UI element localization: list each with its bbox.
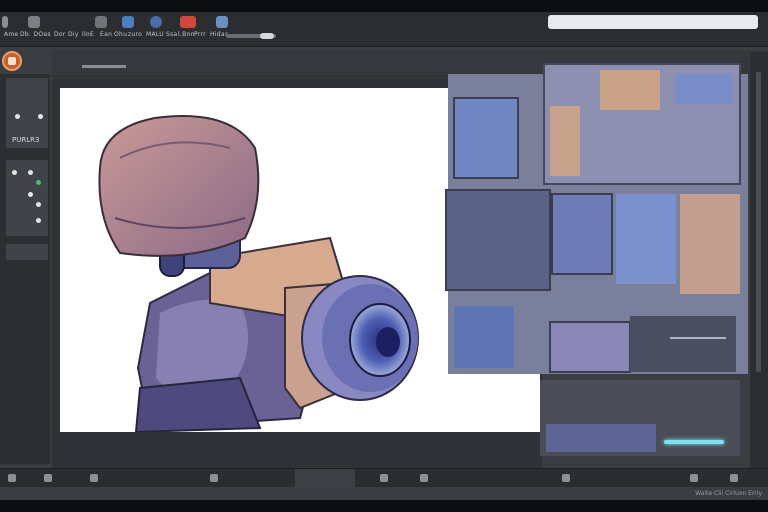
tool-dot[interactable] [38,114,43,119]
menu-item[interactable]: Ean [100,31,112,38]
layer-icon[interactable] [210,474,218,482]
scrollbar-thumb[interactable] [756,72,761,372]
globe-icon[interactable] [122,16,134,28]
brush-dot[interactable] [12,170,17,175]
panel-label: PURLR3 [12,136,40,144]
menu-item[interactable]: Dor [54,31,66,38]
pan-icon[interactable] [44,474,52,482]
opacity-icon[interactable] [420,474,428,482]
brush-icon[interactable] [2,16,8,28]
brush-dot[interactable] [36,202,41,207]
image-icon[interactable] [95,16,107,28]
menu-item[interactable]: Db. DOas [20,31,51,38]
left-tool-panel: PURLR3 [0,74,50,464]
menu-item[interactable]: Ame [4,31,19,38]
app-logo-icon[interactable] [2,51,22,71]
camera-icon[interactable] [150,16,162,28]
progress-fill [664,440,724,444]
search-input[interactable] [548,15,758,29]
zoom-slider[interactable] [226,33,276,39]
brush-dot[interactable] [28,170,33,175]
menu-item[interactable]: Diy [68,31,79,38]
brush-dot[interactable] [36,218,41,223]
tileset-panel[interactable] [440,54,750,464]
menu-item[interactable]: MALU [146,31,164,38]
menu-item[interactable]: l.Bnn [178,31,195,38]
history-icon[interactable] [562,474,570,482]
menu-item[interactable]: Prrr [194,31,206,38]
brush-size-icon[interactable] [380,474,388,482]
footer-text: Waite Clii Cirluxn Erriy [695,490,762,497]
record-icon[interactable] [180,16,196,28]
active-indicator[interactable] [36,180,41,185]
settings-icon[interactable] [216,16,228,28]
app-window: Ame Db. DOas Dor Diy IloE Ean Ohu zuro M… [0,12,768,500]
right-scroll-strip[interactable] [750,52,768,472]
status-active-tab[interactable] [295,469,355,487]
menu-item[interactable]: zuro [128,31,142,38]
menu-item[interactable]: Ohu [114,31,127,38]
brush-dot[interactable] [28,192,33,197]
zoom-icon[interactable] [90,474,98,482]
info-icon[interactable] [690,474,698,482]
layers-icon[interactable] [28,16,40,28]
grid-icon[interactable] [8,474,16,482]
settings-icon[interactable] [730,474,738,482]
menu-item[interactable]: IloE [82,31,94,38]
color-swatches[interactable] [6,244,48,260]
toolbar-divider [82,65,126,68]
status-bar [0,468,768,487]
tool-dot[interactable] [15,114,20,119]
menu-bar: Ame Db. DOas Dor Diy IloE Ean Ohu zuro M… [0,12,768,47]
render-progress [664,440,724,444]
menu-item[interactable]: Ssa [166,31,178,38]
tileset-map [445,63,748,456]
